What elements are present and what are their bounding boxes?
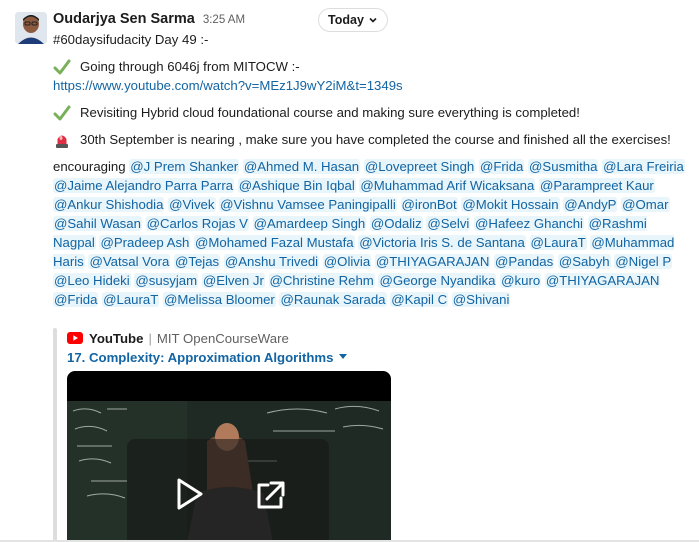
user-mention[interactable]: @Tejas (173, 254, 221, 269)
avatar[interactable] (15, 12, 47, 44)
avatar-image (15, 12, 47, 44)
message-body: #60daysifudacity Day 49 :- Going through… (53, 30, 693, 309)
user-mention[interactable]: @LauraT (102, 292, 160, 307)
police-light-icon (56, 135, 68, 148)
message-timestamp[interactable]: 3:25 AM (203, 14, 245, 26)
user-mention[interactable]: @Ahmed M. Hasan (242, 159, 361, 174)
message-item-3-text: 30th September is nearing , make sure yo… (80, 132, 671, 147)
user-mention[interactable]: @Victoria Iris S. de Santana (358, 235, 526, 250)
user-mention[interactable]: @Hafeez Ghanchi (474, 216, 584, 231)
check-mark-icon (53, 59, 71, 74)
user-mention[interactable]: @Ashique Bin Iqbal (237, 178, 356, 193)
user-mention[interactable]: @Pandas (494, 254, 555, 269)
mention-list: @J Prem Shanker @Ahmed M. Hasan @Lovepre… (53, 159, 685, 307)
message-item-3: 30th September is nearing , make sure yo… (53, 130, 693, 149)
user-mention[interactable]: @THIYAGARAJAN (374, 254, 491, 269)
user-mention[interactable]: @J Prem Shanker (129, 159, 240, 174)
user-mention[interactable]: @susyjam (134, 273, 199, 288)
user-mention[interactable]: @Parampreet Kaur (538, 178, 655, 193)
user-mention[interactable]: @Melissa Bloomer (162, 292, 276, 307)
user-mention[interactable]: @Vivek (168, 197, 216, 212)
user-mention[interactable]: @Muhammad Arif Wicaksana (359, 178, 536, 193)
user-mention[interactable]: @Raunak Sarada (279, 292, 387, 307)
open-external-icon[interactable] (253, 479, 287, 513)
user-mention[interactable]: @Elven Jr (201, 273, 265, 288)
user-mention[interactable]: @Sabyh (557, 254, 611, 269)
user-mention[interactable]: @Sahil Wasan (53, 216, 142, 231)
encouraging-label: encouraging (53, 159, 126, 174)
user-mention[interactable]: @Christine Rehm (268, 273, 375, 288)
user-mention[interactable]: @Frida (53, 292, 99, 307)
provider-name: YouTube (89, 330, 144, 346)
author-name[interactable]: Oudarjya Sen Sarma (53, 11, 195, 27)
user-mention[interactable]: @Frida (478, 159, 525, 174)
chevron-down-icon (369, 17, 377, 23)
user-mention[interactable]: @Omar (621, 197, 670, 212)
date-divider-label: Today (328, 13, 364, 27)
user-mention[interactable]: @Vatsal Vora (88, 254, 171, 269)
user-mention[interactable]: @Odaliz (369, 216, 423, 231)
youtube-link-text[interactable]: https://www.youtube.com/watch?v=MEz1J9wY… (53, 78, 403, 93)
user-mention[interactable]: @kuro (500, 273, 542, 288)
user-mention[interactable]: @Nigel P (614, 254, 673, 269)
youtube-logo-icon (67, 332, 83, 344)
user-mention[interactable]: @Ankur Shishodia (53, 197, 165, 212)
user-mention[interactable]: @LauraT (529, 235, 587, 250)
user-mention[interactable]: @Lovepreet Singh (363, 159, 476, 174)
user-mention[interactable]: @George Nyandika (378, 273, 497, 288)
mentions-paragraph: encouraging @J Prem Shanker @Ahmed M. Ha… (53, 157, 685, 309)
message-title-line: #60daysifudacity Day 49 :- (53, 32, 209, 47)
user-mention[interactable]: @Anshu Trivedi (223, 254, 320, 269)
user-mention[interactable]: @Carlos Rojas V (145, 216, 249, 231)
video-player[interactable] (67, 371, 391, 542)
channel-name[interactable]: MIT OpenCourseWare (157, 331, 289, 346)
user-mention[interactable]: @Pradeep Ash (99, 235, 191, 250)
check-mark-icon (53, 105, 71, 120)
user-mention[interactable]: @Mohamed Fazal Mustafa (194, 235, 355, 250)
user-mention[interactable]: @Vishnu Vamsee Paningipalli (219, 197, 397, 212)
message-item-2: Revisiting Hybrid cloud foundational cou… (53, 103, 693, 122)
message-item-2-text: Revisiting Hybrid cloud foundational cou… (80, 105, 580, 120)
user-mention[interactable]: @ironBot (400, 197, 458, 212)
user-mention[interactable]: @Jaime Alejandro Parra Parra (53, 178, 235, 193)
video-title-row[interactable]: 17. Complexity: Approximation Algorithms (67, 348, 348, 366)
user-mention[interactable]: @Selvi (426, 216, 471, 231)
user-mention[interactable]: @Leo Hideki (53, 273, 131, 288)
unfurl-provider-row: YouTube | MIT OpenCourseWare (67, 329, 289, 347)
user-mention[interactable]: @AndyP (563, 197, 618, 212)
message-header: Oudarjya Sen Sarma 3:25 AM (53, 11, 245, 31)
user-mention[interactable]: @Susmitha (528, 159, 599, 174)
user-mention[interactable]: @Kapil C (390, 292, 449, 307)
user-mention[interactable]: @Lara Freiria (602, 159, 685, 174)
video-title-link[interactable]: 17. Complexity: Approximation Algorithms (67, 350, 333, 365)
video-controls-overlay (127, 439, 329, 542)
unfurl-bar (53, 328, 57, 542)
message-item-1: Going through 6046j from MITOCW :- (53, 57, 693, 76)
user-mention[interactable]: @Shivani (451, 292, 511, 307)
message-item-1-text: Going through 6046j from MITOCW :- (80, 59, 300, 74)
user-mention[interactable]: @THIYAGARAJAN (544, 273, 661, 288)
user-mention[interactable]: @Mokit Hossain (461, 197, 560, 212)
play-icon[interactable] (170, 475, 208, 513)
youtube-link[interactable]: https://www.youtube.com/watch?v=MEz1J9wY… (53, 76, 693, 95)
provider-separator: | (148, 330, 152, 346)
date-divider-button[interactable]: Today (318, 8, 388, 32)
user-mention[interactable]: @Olivia (322, 254, 372, 269)
user-mention[interactable]: @Amardeep Singh (252, 216, 367, 231)
caret-down-icon[interactable] (339, 354, 348, 360)
